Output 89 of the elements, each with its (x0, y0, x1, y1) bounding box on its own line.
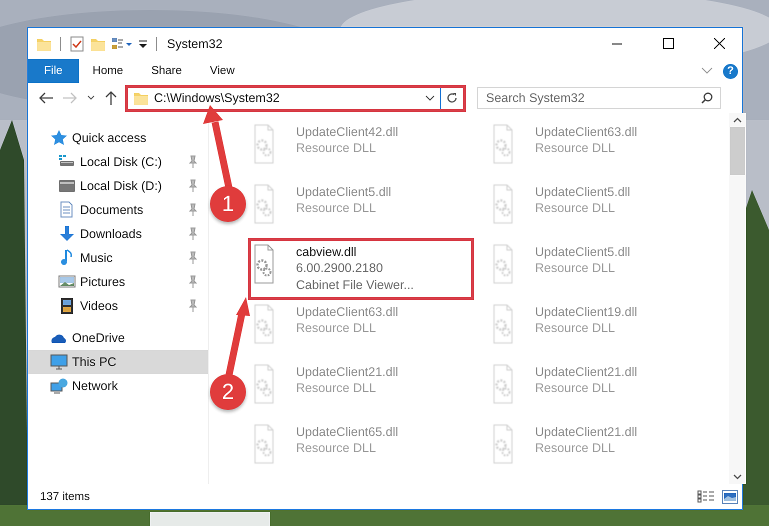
dll-file-icon (254, 364, 274, 404)
pin-icon[interactable] (186, 203, 200, 217)
file-name: UpdateClient65.dll (296, 424, 398, 440)
sidebar-item[interactable]: Pictures (28, 270, 208, 294)
folder-icon (133, 90, 149, 106)
network-icon (50, 377, 68, 395)
file-detail: Cabinet File Viewer... (296, 277, 414, 294)
file-item[interactable]: cabview.dll 6.00.2900.2180 Cabinet File Viewer... (251, 241, 471, 297)
maximize-icon (662, 38, 674, 49)
ribbon-tab[interactable]: Home (78, 59, 138, 83)
ribbon-tab[interactable]: File (28, 59, 79, 83)
sidebar-item[interactable]: Local Disk (C:) (28, 150, 208, 174)
file-name: UpdateClient5.dll (296, 184, 392, 200)
properties-icon[interactable] (111, 36, 133, 52)
file-detail: Resource DLL (535, 320, 616, 337)
dll-file-icon (493, 244, 513, 284)
scrollbar-thumb[interactable] (730, 127, 745, 175)
file-detail: Resource DLL (535, 380, 616, 397)
ribbon-tab[interactable]: Share (137, 59, 196, 83)
dll-file-icon (254, 424, 274, 464)
hard-drive-icon (58, 177, 76, 195)
sidebar-item[interactable]: This PC (28, 350, 208, 374)
file-detail: Resource DLL (535, 260, 616, 277)
file-name: UpdateClient19.dll (535, 304, 638, 320)
dll-file-icon (493, 364, 513, 404)
file-name: UpdateClient21.dll (535, 424, 638, 440)
sidebar-item[interactable]: Videos (28, 294, 208, 318)
file-detail: Resource DLL (296, 200, 377, 217)
file-detail: Resource DLL (535, 440, 616, 457)
help-button[interactable]: ? (723, 64, 738, 78)
search-icon (701, 92, 713, 104)
window-title: System32 (167, 36, 223, 50)
pin-icon[interactable] (186, 275, 200, 289)
scrollbar[interactable] (729, 113, 746, 484)
file-name: UpdateClient21.dll (535, 364, 638, 380)
file-detail: Resource DLL (296, 320, 377, 337)
sidebar-item[interactable]: Downloads (28, 222, 208, 246)
dll-file-icon (254, 184, 274, 224)
file-name: cabview.dll (296, 244, 358, 260)
address-path: C:\Windows\System32 (154, 91, 281, 105)
sidebar-item[interactable]: Music (28, 246, 208, 270)
chevron-down-icon[interactable] (87, 95, 95, 101)
file-name: UpdateClient42.dll (296, 124, 398, 140)
file-detail: Resource DLL (296, 380, 377, 397)
pin-icon[interactable] (186, 299, 200, 313)
dll-file-icon (493, 304, 513, 344)
dll-file-icon (493, 124, 513, 164)
monitor-icon (50, 353, 68, 371)
file-name: UpdateClient5.dll (535, 244, 630, 260)
file-name: UpdateClient63.dll (535, 124, 638, 140)
address-bar[interactable]: C:\Windows\System32 (125, 84, 466, 112)
pin-icon[interactable] (186, 179, 200, 193)
file-detail: Resource DLL (296, 140, 377, 157)
chevron-down-icon[interactable] (425, 95, 435, 101)
film-icon (58, 297, 76, 315)
pin-icon[interactable] (186, 227, 200, 241)
close-icon (714, 38, 724, 49)
search-field[interactable]: Search System32 (477, 87, 721, 109)
file-name: UpdateClient5.dll (535, 184, 630, 200)
dll-file-icon (493, 424, 513, 464)
sidebar-item[interactable]: Local Disk (D:) (28, 174, 208, 198)
file-name: UpdateClient21.dll (296, 364, 398, 380)
file-detail: Resource DLL (296, 440, 377, 457)
file-detail: 6.00.2900.2180 (296, 260, 384, 277)
file-detail: Resource DLL (535, 200, 616, 217)
chevron-up-icon[interactable] (733, 117, 742, 123)
file-name: UpdateClient63.dll (296, 304, 398, 320)
star-icon (50, 129, 68, 147)
item-count: 137 items (40, 490, 90, 502)
sidebar-item[interactable]: Documents (28, 198, 208, 222)
chevron-down-icon[interactable] (733, 474, 742, 480)
dll-file-icon (254, 244, 274, 284)
dll-file-icon (493, 184, 513, 224)
refresh-icon (446, 92, 458, 104)
ribbon-tab[interactable]: View (196, 59, 249, 83)
sidebar-item[interactable]: Network (28, 374, 208, 398)
large-icons-view-icon[interactable] (722, 490, 738, 504)
dll-file-icon (254, 304, 274, 344)
checklist-icon[interactable] (69, 36, 85, 52)
details-view-icon[interactable] (697, 490, 715, 503)
up-arrow-icon[interactable] (105, 91, 117, 105)
pin-icon[interactable] (186, 155, 200, 169)
dll-file-icon (254, 124, 274, 164)
file-detail: Resource DLL (535, 140, 616, 157)
sidebar-item[interactable]: OneDrive (28, 326, 208, 350)
download-arrow-icon (58, 225, 76, 243)
sidebar-item[interactable]: Quick access (28, 126, 208, 150)
pin-icon[interactable] (186, 251, 200, 265)
back-arrow-icon[interactable] (39, 92, 53, 104)
